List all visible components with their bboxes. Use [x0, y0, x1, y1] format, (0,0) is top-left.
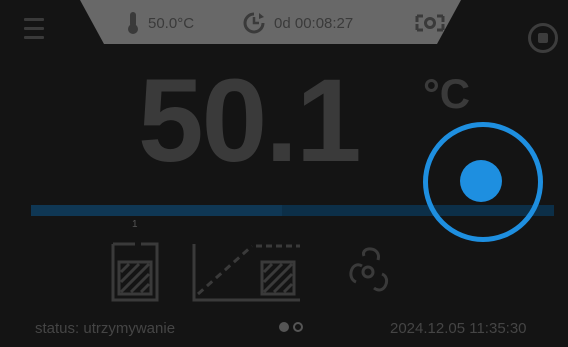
start-button[interactable] [423, 122, 543, 242]
status-text: status: utrzymywanie [35, 320, 176, 337]
date-time: 2024.12.05 11:35:30 [390, 320, 527, 337]
hold-segment-icon[interactable] [105, 238, 165, 308]
timer-readout: 0d 00:08:27 [242, 12, 353, 34]
current-temperature: 50.0°C [148, 14, 195, 32]
temperature-unit: °C [423, 70, 471, 117]
record-dot-icon [460, 160, 502, 202]
menu-icon[interactable] [24, 18, 44, 48]
camera-icon [415, 12, 445, 34]
page-indicator[interactable] [279, 322, 303, 332]
progress-fill [31, 205, 283, 216]
temperature-readout: 50.0°C [126, 12, 194, 34]
top-status-bar: 50.0°C 0d 00:08:27 [80, 0, 461, 44]
clock-icon [242, 11, 268, 35]
segment-index: 1 [132, 219, 138, 230]
elapsed-time: 0d 00:08:27 [274, 14, 354, 32]
stop-button[interactable] [528, 23, 558, 53]
page-dot-1[interactable] [279, 322, 289, 332]
page-dot-2[interactable] [293, 322, 303, 332]
ramp-segment-icon[interactable] [188, 238, 308, 308]
fan-icon[interactable] [338, 238, 398, 308]
thermometer-icon [126, 11, 140, 35]
main-temperature-value: 50.1 [138, 55, 362, 187]
